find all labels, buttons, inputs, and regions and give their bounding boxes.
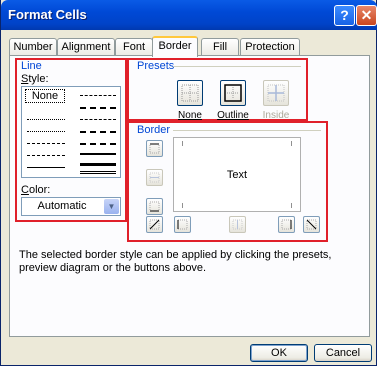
border-preview[interactable]: Text <box>173 137 301 212</box>
line-style-thick[interactable] <box>80 163 116 166</box>
line-style-medium-dash-dot-dot[interactable] <box>80 107 116 109</box>
line-style-dash-dot-dot-thin[interactable] <box>27 143 65 144</box>
line-style-medium-dashed[interactable] <box>80 143 116 145</box>
line-style-none[interactable]: None <box>25 89 65 103</box>
border-divider <box>173 130 321 131</box>
preview-corner-bl <box>177 203 183 208</box>
format-cells-dialog: Format Cells ? ✕ Number Alignment Font B… <box>0 0 377 366</box>
border-left-icon <box>177 219 188 230</box>
tab-number[interactable]: Number <box>9 38 57 55</box>
border-inside-vertical-icon <box>232 219 243 230</box>
border-top-button[interactable] <box>146 140 163 157</box>
help-button[interactable]: ? <box>334 5 355 26</box>
line-style-hair[interactable] <box>27 119 65 120</box>
preset-none-button[interactable] <box>177 80 203 106</box>
hint-text: The selected border style can be applied… <box>19 249 332 274</box>
line-style-list[interactable]: None <box>21 86 121 178</box>
style-label: Style: <box>21 73 49 85</box>
tab-alignment[interactable]: Alignment <box>57 38 115 55</box>
line-style-thin[interactable] <box>27 167 65 168</box>
tab-fill[interactable]: Fill <box>201 38 239 55</box>
color-value: Automatic <box>37 200 87 212</box>
preset-inside-label: Inside <box>262 110 290 121</box>
border-group-title: Border <box>136 124 172 136</box>
preview-corner-tl <box>177 141 183 146</box>
preset-inside-button[interactable] <box>263 80 289 106</box>
preset-outline-label: Outline <box>217 110 249 121</box>
diagonal-up-icon <box>149 219 160 230</box>
presets-group-title: Presets <box>136 60 176 72</box>
border-bottom-button[interactable] <box>146 198 163 215</box>
border-inside-horizontal-icon <box>149 172 160 183</box>
line-style-dashed[interactable] <box>27 155 65 156</box>
line-style-dotted[interactable] <box>27 131 65 132</box>
tab-font[interactable]: Font <box>115 38 153 55</box>
color-label-rest: olor: <box>28 184 51 196</box>
line-style-double[interactable] <box>80 171 116 174</box>
preset-outline-button[interactable] <box>220 80 246 106</box>
line-group-title: Line <box>20 60 43 72</box>
preview-corner-tr <box>291 141 297 146</box>
diagonal-down-icon <box>306 219 317 230</box>
preview-corner-br <box>291 203 297 208</box>
chevron-down-icon[interactable]: ▼ <box>104 199 119 214</box>
close-button[interactable]: ✕ <box>356 5 377 26</box>
border-diagonal-down-button[interactable] <box>303 216 320 233</box>
border-left-button[interactable] <box>174 216 191 233</box>
cancel-button[interactable]: Cancel <box>314 344 372 362</box>
color-label: Color: <box>21 184 51 196</box>
border-diagonal-up-button[interactable] <box>146 216 163 233</box>
preset-inside-icon <box>267 84 285 102</box>
tab-protection[interactable]: Protection <box>240 38 300 55</box>
preset-none-icon <box>181 84 199 102</box>
border-inside-horizontal-button[interactable] <box>146 169 163 186</box>
window-title: Format Cells <box>8 7 87 22</box>
color-dropdown[interactable]: Automatic ▼ <box>21 197 121 216</box>
line-style-medium-dash-dot[interactable] <box>80 131 116 133</box>
presets-divider <box>173 66 301 67</box>
style-label-rest: tyle: <box>28 73 49 85</box>
border-right-icon <box>281 219 292 230</box>
title-bar[interactable]: Format Cells ? ✕ <box>1 0 377 30</box>
border-top-icon <box>149 143 160 154</box>
preview-text: Text <box>226 169 248 181</box>
border-inside-vertical-button[interactable] <box>229 216 246 233</box>
line-style-dash-dot[interactable] <box>80 119 116 120</box>
preset-outline-icon <box>224 84 242 102</box>
ok-button[interactable]: OK <box>250 344 308 362</box>
border-bottom-icon <box>149 201 160 212</box>
border-right-button[interactable] <box>278 216 295 233</box>
line-style-dash-dot-dot[interactable] <box>80 95 116 96</box>
tab-border[interactable]: Border <box>152 36 198 57</box>
preset-none-label: None <box>178 110 202 121</box>
line-style-medium[interactable] <box>80 153 116 155</box>
